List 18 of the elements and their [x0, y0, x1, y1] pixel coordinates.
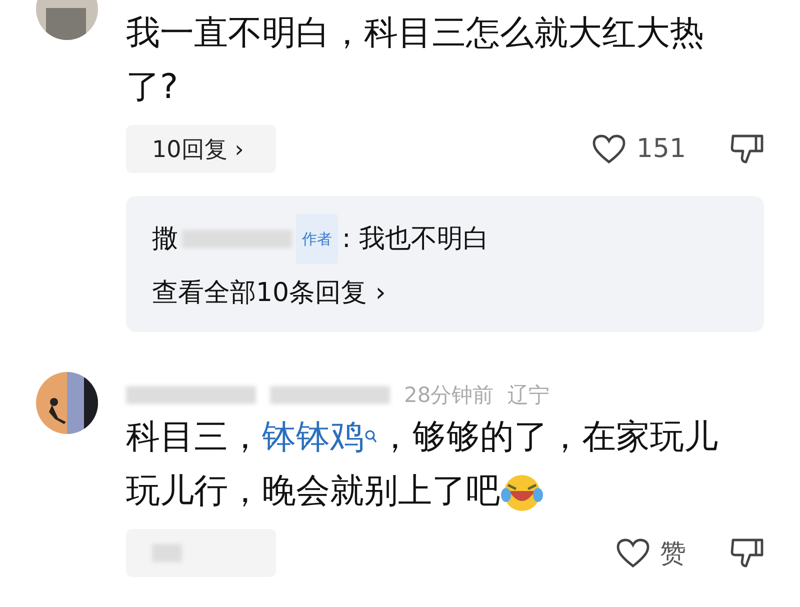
comment-text: 我一直不明白，科目三怎么就大红大热了? [126, 12, 705, 109]
like-button[interactable]: 151 [592, 134, 686, 164]
comment-text: 科目三，钵钵鸡 ，够够的了，在家玩儿玩儿行，晚会就别上了吧 [126, 410, 741, 518]
laughing-emoji-icon [500, 472, 544, 513]
comment-time: 28分钟前 [404, 382, 494, 409]
view-all-replies-link[interactable]: 查看全部10条回复 › [152, 270, 738, 316]
comment-location: 辽宁 [508, 382, 550, 409]
thumbs-down-icon[interactable] [730, 537, 764, 569]
heart-icon [616, 538, 650, 568]
thumbs-down-icon[interactable] [730, 133, 764, 165]
search-icon [364, 429, 378, 445]
reply-author[interactable]: 撒 [152, 216, 178, 262]
topic-link[interactable]: 钵钵鸡 [262, 410, 378, 464]
replies-button[interactable]: 10回复 › [126, 125, 276, 173]
reply-text: : 我也不明白 [342, 223, 490, 256]
author-badge: 作者 [296, 214, 338, 264]
heart-icon [592, 134, 626, 164]
like-button[interactable]: 赞 [616, 536, 686, 570]
